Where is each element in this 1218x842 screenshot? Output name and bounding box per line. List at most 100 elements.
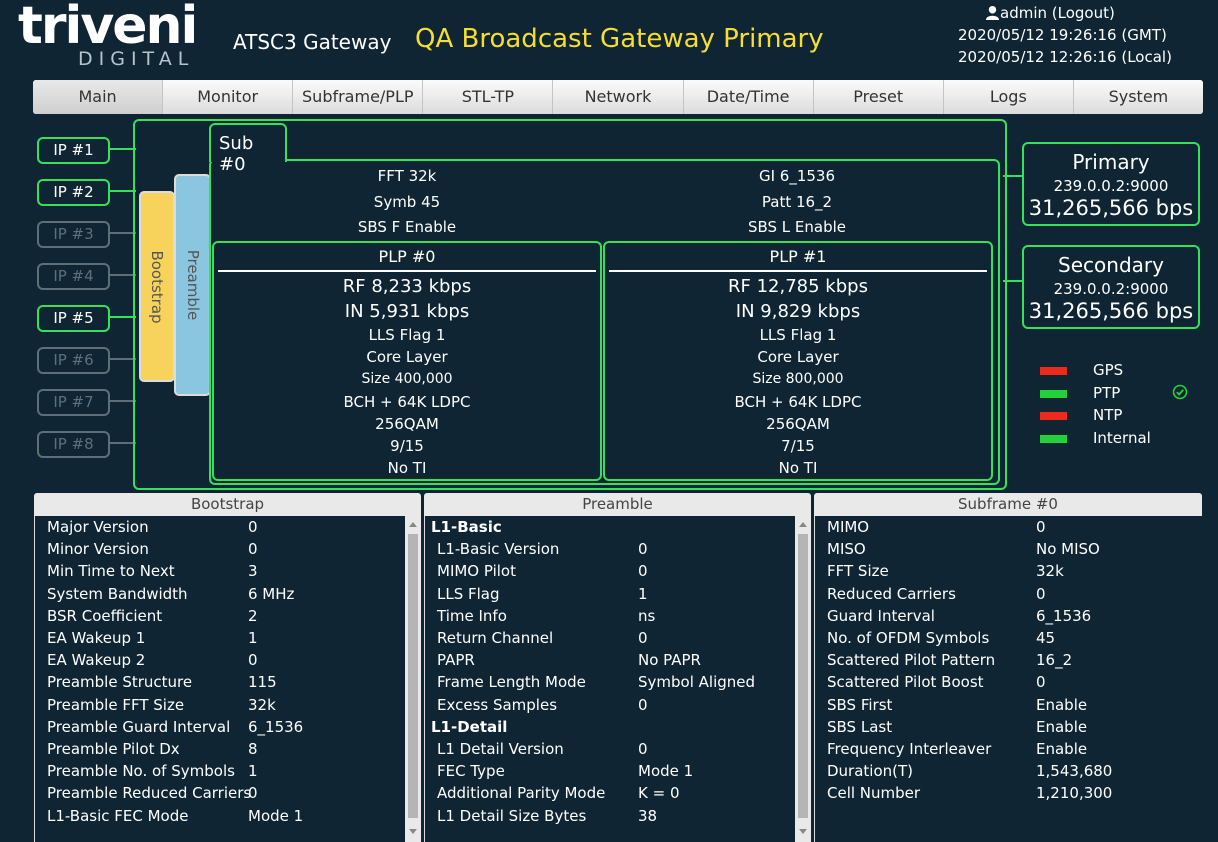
internal-status-label: Internal bbox=[1093, 429, 1151, 447]
ip-input-8[interactable]: IP #8 bbox=[37, 431, 110, 458]
plp-lls-flag: LLS Flag 1 bbox=[759, 326, 837, 344]
sub-sbs-l: SBS L Enable bbox=[747, 218, 847, 236]
property-value: Mode 1 bbox=[638, 762, 694, 781]
bootstrap-panel-title: Bootstrap bbox=[34, 493, 421, 516]
ntp-status-label: NTP bbox=[1093, 406, 1123, 424]
tab-system[interactable]: System bbox=[1073, 80, 1203, 114]
preamble-panel-body: L1-Basic L1-Basic Version 0 MIMO Pilot 0 LLS … bbox=[424, 516, 811, 842]
tab-preset[interactable]: Preset bbox=[813, 80, 944, 114]
property-value: 1 bbox=[638, 584, 648, 603]
primary-connector bbox=[1003, 175, 1023, 177]
property-value: 16_2 bbox=[1036, 651, 1073, 670]
primary-output-box[interactable]: Primary 239.0.0.2:9000 31,265,566 bps bbox=[1022, 142, 1200, 226]
property-value: 0 bbox=[248, 784, 258, 803]
time-local: 2020/05/12 12:26:16 (Local) bbox=[958, 48, 1172, 66]
preamble-scrollbar[interactable] bbox=[795, 516, 811, 842]
plp-rf-rate: RF 8,233 kbps bbox=[342, 276, 472, 297]
property-value: Enable bbox=[1036, 717, 1088, 736]
property-value: 0 bbox=[1036, 673, 1046, 692]
scrollbar-thumb[interactable] bbox=[798, 534, 808, 818]
primary-address: 239.0.0.2:9000 bbox=[1053, 177, 1169, 195]
tab-logs[interactable]: Logs bbox=[943, 80, 1074, 114]
property-label: EA Wakeup 2 bbox=[47, 651, 146, 670]
ip-input-4[interactable]: IP #4 bbox=[37, 263, 110, 290]
triveni-digital-logo: triveni DIGITAL bbox=[18, 0, 228, 70]
property-value: 8 bbox=[248, 740, 258, 758]
ip-connector-3 bbox=[108, 232, 136, 234]
plp-divider bbox=[609, 270, 987, 272]
secondary-output-box[interactable]: Secondary 239.0.0.2:9000 31,265,566 bps bbox=[1022, 245, 1200, 329]
ip-input-3[interactable]: IP #3 bbox=[37, 221, 110, 248]
property-label: L1-Basic Version bbox=[437, 540, 560, 559]
tab-date-time[interactable]: Date/Time bbox=[683, 80, 814, 114]
property-label: Preamble FFT Size bbox=[47, 695, 185, 714]
plp-lls-flag: LLS Flag 1 bbox=[368, 326, 446, 344]
plp-modulation: 256QAM bbox=[375, 415, 439, 433]
property-label: FEC Type bbox=[437, 762, 505, 781]
sub-symb: Symb 45 bbox=[373, 193, 441, 211]
ip-connector-5 bbox=[108, 316, 136, 318]
property-label: Frame Length Mode bbox=[437, 673, 586, 692]
secondary-connector bbox=[1003, 280, 1023, 282]
scroll-up-icon[interactable] bbox=[409, 522, 417, 527]
plp-code-rate: 9/15 bbox=[390, 437, 424, 455]
tab-stl-tp[interactable]: STL-TP bbox=[423, 80, 554, 114]
bootstrap-bar[interactable]: Bootstrap bbox=[139, 191, 175, 382]
ip-connector-1 bbox=[108, 148, 136, 150]
property-label: MIMO bbox=[827, 518, 870, 536]
scroll-up-icon[interactable] bbox=[799, 522, 807, 527]
preamble-bar[interactable]: Preamble bbox=[174, 174, 211, 396]
internal-status-led bbox=[1040, 435, 1067, 443]
plp-size: Size 400,000 bbox=[361, 371, 453, 387]
property-label: No. of OFDM Symbols bbox=[827, 629, 990, 647]
ip-input-6[interactable]: IP #6 bbox=[37, 347, 110, 374]
plp-box-1[interactable]: PLP #1 RF 12,785 kbps IN 9,829 kbps LLS … bbox=[603, 241, 993, 481]
product-name: ATSC3 Gateway bbox=[233, 30, 392, 54]
property-value: 6_1536 bbox=[248, 717, 304, 736]
property-label: FFT Size bbox=[827, 562, 889, 581]
ip-connector-4 bbox=[108, 274, 136, 276]
tab-subframe-plp[interactable]: Subframe/PLP bbox=[293, 80, 424, 114]
property-value: 6 MHz bbox=[248, 584, 295, 603]
property-value: Mode 1 bbox=[248, 806, 304, 825]
property-value: ns bbox=[638, 606, 656, 625]
scrollbar-thumb[interactable] bbox=[408, 534, 418, 818]
ip-input-7[interactable]: IP #7 bbox=[37, 389, 110, 416]
user-logout-link[interactable]: admin (Logout) bbox=[985, 4, 1115, 22]
plp-in-rate: IN 9,829 kbps bbox=[735, 301, 861, 322]
scroll-down-icon[interactable] bbox=[799, 829, 807, 834]
ip-input-2[interactable]: IP #2 bbox=[37, 179, 110, 206]
subframe-panel: Subframe #0 MIMO 0 MISO No MISO FFT Size 32k R… bbox=[814, 493, 1202, 842]
bootstrap-scrollbar[interactable] bbox=[405, 516, 421, 842]
plp-title: PLP #1 bbox=[769, 247, 827, 266]
property-label: Duration(T) bbox=[827, 762, 914, 781]
preamble-panel: Preamble L1-Basic L1-Basic Version 0 MIMO P… bbox=[424, 493, 811, 842]
property-value: 45 bbox=[1036, 629, 1056, 647]
tab-main[interactable]: Main bbox=[33, 80, 164, 114]
preamble-bar-label: Preamble bbox=[183, 249, 202, 321]
property-value: 0 bbox=[638, 629, 648, 647]
tab-monitor[interactable]: Monitor bbox=[163, 80, 294, 114]
property-label: Preamble Pilot Dx bbox=[47, 740, 180, 758]
scroll-down-icon[interactable] bbox=[409, 829, 417, 834]
property-value: 0 bbox=[638, 740, 648, 758]
property-value: 0 bbox=[638, 695, 648, 714]
subframe-tab[interactable]: Sub #0 bbox=[209, 123, 287, 175]
secondary-address: 239.0.0.2:9000 bbox=[1053, 280, 1169, 298]
plp-rf-rate: RF 12,785 kbps bbox=[728, 276, 868, 297]
subframe-panel-title: Subframe #0 bbox=[814, 493, 1202, 516]
plp-box-0[interactable]: PLP #0 RF 8,233 kbps IN 5,931 kbps LLS F… bbox=[212, 241, 602, 481]
ip-input-1[interactable]: IP #1 bbox=[37, 137, 110, 164]
ip-input-5[interactable]: IP #5 bbox=[37, 305, 110, 332]
tab-network[interactable]: Network bbox=[553, 80, 684, 114]
user-icon bbox=[985, 5, 1000, 20]
property-label: Cell Number bbox=[827, 784, 921, 803]
plp-divider bbox=[218, 270, 596, 272]
property-label: MIMO Pilot bbox=[437, 562, 516, 581]
plp-ti: No TI bbox=[778, 459, 818, 477]
plp-size: Size 800,000 bbox=[752, 371, 844, 387]
property-label: L1 Detail Size Bytes bbox=[437, 806, 587, 825]
property-value: 1 bbox=[248, 762, 258, 781]
sub-patt: Patt 16_2 bbox=[761, 193, 833, 211]
ptp-status-led bbox=[1040, 390, 1067, 398]
